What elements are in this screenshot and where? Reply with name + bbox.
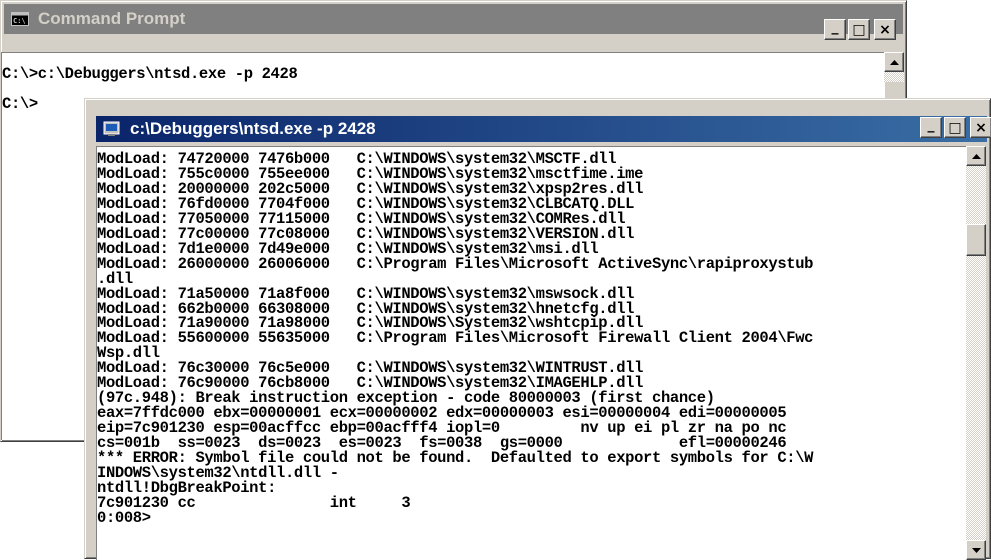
debugger-console[interactable]: ModLoad: 74720000 7476b000 C:\WINDOWS\sy… [96,146,966,560]
maximize-icon: □ [948,119,962,136]
maximize-button[interactable]: □ [944,117,966,138]
debugger-line: 0:008> [97,508,151,527]
scroll-up-button[interactable] [966,146,986,166]
maximize-icon: □ [852,21,866,38]
scroll-thumb[interactable] [966,224,986,256]
debugger-window[interactable]: c:\Debuggers\ntsd.exe -p 2428 _ □ × ModL… [84,98,991,560]
debugger-line: ModLoad: 55600000 55635000 C:\Program Fi… [97,329,814,348]
debugger-output: ModLoad: 74720000 7476b000 C:\WINDOWS\sy… [97,147,966,526]
close-button[interactable]: × [874,19,896,40]
cmd-line: C:\> [2,94,38,113]
console-icon: C:\ [10,11,30,27]
close-icon: × [975,119,987,136]
debugger-titlebar[interactable]: c:\Debuggers\ntsd.exe -p 2428 [96,116,987,142]
arrow-up-icon [971,153,981,159]
debugger-title: c:\Debuggers\ntsd.exe -p 2428 [130,119,376,138]
minimize-button[interactable]: _ [920,117,942,138]
command-prompt-title: Command Prompt [38,9,186,28]
close-button[interactable]: × [970,117,991,138]
scroll-up-button[interactable] [884,52,904,72]
arrow-down-icon [971,547,981,553]
svg-text:C:\: C:\ [13,17,26,25]
maximize-button[interactable]: □ [848,19,870,40]
cmd-line: C:\>c:\Debuggers\ntsd.exe -p 2428 [2,65,298,83]
minimize-button[interactable]: _ [824,19,846,40]
arrow-up-icon [889,59,899,65]
minimize-icon: _ [927,116,935,133]
debugger-scrollbar[interactable] [966,146,986,560]
debugger-line: ModLoad: 26000000 26006000 C:\Program Fi… [97,254,814,273]
close-icon: × [879,21,891,38]
command-prompt-scrollbar[interactable] [884,52,904,82]
debugger-app-icon [102,121,122,137]
scroll-down-button[interactable] [966,540,986,560]
command-prompt-titlebar[interactable]: C:\ Command Prompt [4,4,903,34]
minimize-icon: _ [831,18,839,35]
